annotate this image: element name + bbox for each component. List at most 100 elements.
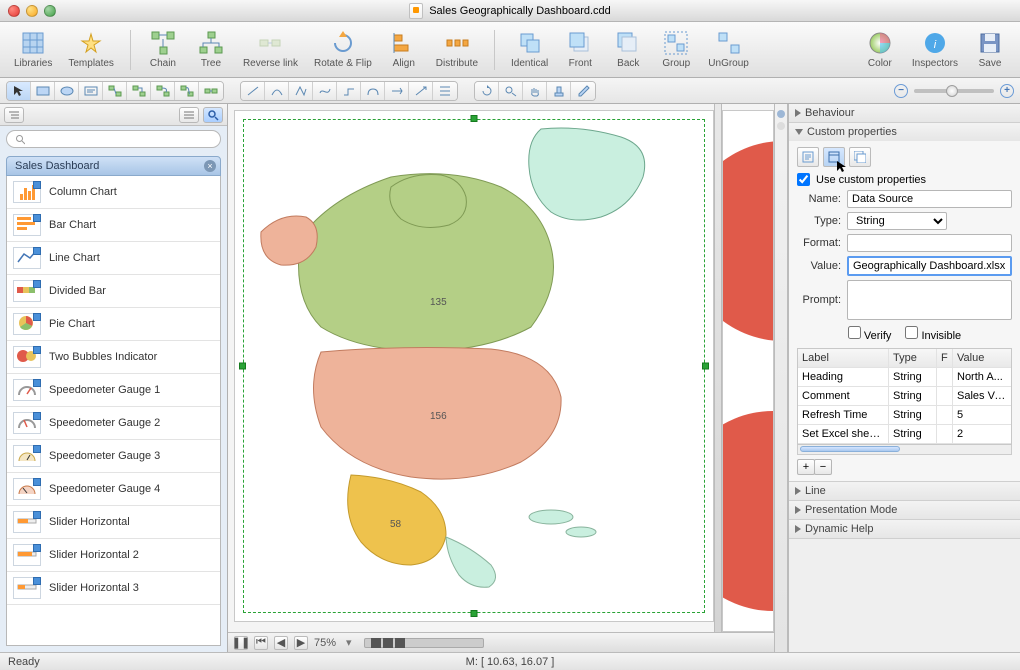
ellipse-tool[interactable] [55, 82, 79, 100]
library-item[interactable]: Column Chart [7, 176, 220, 209]
library-item[interactable]: Slider Horizontal 3 [7, 572, 220, 605]
table-row[interactable]: CommentStringSales Vo... [798, 387, 1011, 406]
library-item[interactable]: Pie Chart [7, 308, 220, 341]
tree-button[interactable]: Tree [189, 28, 233, 71]
prop-format-input[interactable] [847, 234, 1012, 252]
use-custom-checkbox[interactable] [797, 173, 810, 186]
canvas-page[interactable]: 135 156 58 [234, 110, 714, 622]
section-presentation[interactable]: Presentation Mode [789, 501, 1020, 519]
table-row[interactable]: Set Excel sheet...String2 [798, 425, 1011, 444]
library-item[interactable]: Speedometer Gauge 4 [7, 473, 220, 506]
add-row-button[interactable]: + [797, 459, 815, 475]
library-item[interactable]: Line Chart [7, 242, 220, 275]
magnify-tool[interactable] [499, 82, 523, 100]
distribute-button[interactable]: Distribute [430, 28, 484, 71]
invisible-checkbox[interactable]: Invisible [905, 326, 961, 342]
section-dynamic-help[interactable]: Dynamic Help [789, 520, 1020, 538]
line-tool-1[interactable] [241, 82, 265, 100]
section-line[interactable]: Line [789, 482, 1020, 500]
identical-button[interactable]: Identical [505, 28, 554, 71]
reverse-link-button[interactable]: Reverse link [237, 28, 304, 71]
library-item[interactable]: Bar Chart [7, 209, 220, 242]
library-item[interactable]: Slider Horizontal [7, 506, 220, 539]
color-button[interactable]: Color [858, 28, 902, 71]
table-hscroll[interactable] [797, 445, 1012, 455]
window-title: Sales Geographically Dashboard.cdd [429, 5, 611, 17]
prop-tab-3[interactable] [849, 147, 871, 167]
ungroup-button[interactable]: UnGroup [702, 28, 755, 71]
zoom-window-button[interactable] [44, 5, 56, 17]
verify-checkbox[interactable]: Verify [848, 326, 892, 342]
prop-value-input[interactable] [847, 256, 1012, 276]
section-behaviour[interactable]: Behaviour [789, 104, 1020, 122]
library-title-label: Sales Dashboard [15, 160, 99, 172]
connector-3-tool[interactable] [151, 82, 175, 100]
connector-4-tool[interactable] [175, 82, 199, 100]
library-search-input[interactable] [29, 133, 212, 145]
line-tool-7[interactable] [385, 82, 409, 100]
stamp-tool[interactable] [547, 82, 571, 100]
pan-tool[interactable] [523, 82, 547, 100]
library-item[interactable]: Speedometer Gauge 1 [7, 374, 220, 407]
line-tool-6[interactable] [361, 82, 385, 100]
page-first-button[interactable]: ⏮ [254, 636, 268, 650]
save-button[interactable]: Save [968, 28, 1012, 71]
front-button[interactable]: Front [558, 28, 602, 71]
panel-mode-list[interactable] [179, 107, 199, 123]
connector-5-tool[interactable] [199, 82, 223, 100]
chain-button[interactable]: Chain [141, 28, 185, 71]
canvas-splitter[interactable] [714, 104, 722, 632]
align-button[interactable]: Align [382, 28, 426, 71]
connector-1-tool[interactable] [103, 82, 127, 100]
prop-tab-2[interactable] [823, 147, 845, 167]
eyedropper-tool[interactable] [571, 82, 595, 100]
library-item[interactable]: Divided Bar [7, 275, 220, 308]
page-next-button[interactable]: ▶ [294, 636, 308, 650]
panel-search-button[interactable] [203, 107, 223, 123]
library-title-bar[interactable]: Sales Dashboard × [6, 156, 221, 176]
prop-tab-1[interactable] [797, 147, 819, 167]
library-search[interactable] [6, 130, 221, 148]
page-prev-button[interactable]: ◀ [274, 636, 288, 650]
templates-button[interactable]: Templates [62, 28, 120, 71]
line-tool-4[interactable] [313, 82, 337, 100]
close-window-button[interactable] [8, 5, 20, 17]
library-list[interactable]: Column ChartBar ChartLine ChartDivided B… [6, 176, 221, 646]
line-tool-8[interactable] [409, 82, 433, 100]
library-close-button[interactable]: × [204, 160, 216, 172]
refresh-tool[interactable] [475, 82, 499, 100]
page-scroll[interactable] [364, 638, 484, 648]
pointer-tool[interactable] [7, 82, 31, 100]
table-row[interactable]: HeadingStringNorth A... [798, 368, 1011, 387]
line-tool-2[interactable] [265, 82, 289, 100]
library-item-icon [13, 313, 41, 335]
text-tool[interactable] [79, 82, 103, 100]
zoom-out-button[interactable]: − [894, 84, 908, 98]
back-button[interactable]: Back [606, 28, 650, 71]
zoom-slider[interactable] [914, 89, 994, 93]
connector-2-tool[interactable] [127, 82, 151, 100]
section-custom-properties[interactable]: Custom properties [789, 123, 1020, 141]
canvas-page-2[interactable] [722, 110, 774, 632]
line-tool-3[interactable] [289, 82, 313, 100]
prop-name-input[interactable] [847, 190, 1012, 208]
rotate-flip-button[interactable]: Rotate & Flip [308, 28, 378, 71]
rect-tool[interactable] [31, 82, 55, 100]
zoom-in-button[interactable]: + [1000, 84, 1014, 98]
library-item[interactable]: Speedometer Gauge 2 [7, 407, 220, 440]
table-row[interactable]: Refresh TimeString5 [798, 406, 1011, 425]
group-button[interactable]: Group [654, 28, 698, 71]
minimize-window-button[interactable] [26, 5, 38, 17]
inspectors-button[interactable]: iInspectors [906, 28, 964, 71]
panel-mode-tree[interactable] [4, 107, 24, 123]
libraries-button[interactable]: Libraries [8, 28, 58, 71]
library-item[interactable]: Two Bubbles Indicator [7, 341, 220, 374]
prop-prompt-input[interactable] [847, 280, 1012, 320]
library-item[interactable]: Slider Horizontal 2 [7, 539, 220, 572]
line-tool-9[interactable] [433, 82, 457, 100]
pause-button[interactable]: ❚❚ [234, 636, 248, 650]
line-tool-5[interactable] [337, 82, 361, 100]
remove-row-button[interactable]: − [814, 459, 832, 475]
prop-type-select[interactable]: String [847, 212, 947, 230]
library-item[interactable]: Speedometer Gauge 3 [7, 440, 220, 473]
